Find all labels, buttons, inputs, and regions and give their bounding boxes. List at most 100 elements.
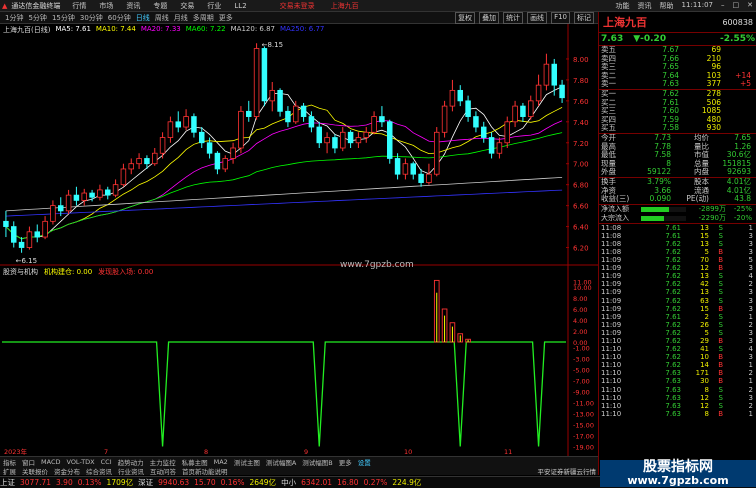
extension-tab[interactable]: 首页新功能说明 — [182, 466, 228, 476]
menu-item-info[interactable]: 资讯 — [638, 1, 652, 11]
sh-index-label[interactable]: 上证 — [0, 477, 15, 488]
draw-line-button[interactable]: 画线 — [527, 11, 548, 24]
tick-list[interactable]: 11:08 7.61 13 S 1 11:08 7.61 15 S 3 11:08 7.62 13 S 3 1… — [599, 222, 756, 418]
candle-body[interactable] — [34, 231, 41, 238]
candle-body[interactable] — [559, 84, 565, 99]
indicator-name[interactable]: 股资与机构 — [3, 267, 38, 277]
overlay-button[interactable]: 叠加 — [479, 11, 500, 24]
candle-body[interactable] — [89, 192, 95, 198]
candle-body[interactable] — [42, 220, 48, 238]
menu-item-topics[interactable]: 专题 — [153, 1, 167, 11]
candle-body[interactable] — [253, 48, 260, 117]
period-weekly[interactable]: 周线 — [155, 13, 169, 23]
candle-body[interactable] — [58, 205, 64, 212]
candle-body[interactable] — [238, 110, 244, 149]
candle-body[interactable] — [332, 137, 338, 149]
candle-body[interactable] — [65, 194, 72, 212]
menu-item-ll2[interactable]: LL2 — [234, 2, 246, 10]
candle-body[interactable] — [457, 89, 463, 102]
candle-body[interactable] — [81, 192, 88, 201]
candle-body[interactable] — [355, 137, 362, 144]
candle-body[interactable] — [136, 158, 142, 165]
candle-body[interactable] — [433, 131, 440, 175]
trade-login-link[interactable]: 交易未登录 — [280, 1, 315, 11]
candle-body[interactable] — [347, 131, 354, 144]
candle-body[interactable] — [371, 116, 377, 133]
candle-body[interactable] — [151, 152, 158, 165]
menu-item-news[interactable]: 资讯 — [126, 1, 140, 11]
candle-body[interactable] — [363, 131, 369, 138]
extension-tab[interactable]: 综合资讯 — [86, 466, 112, 476]
minimize-icon[interactable]: – — [721, 1, 725, 11]
ad-banner[interactable]: 股票指标网 www.7gpzb.com — [600, 460, 756, 487]
candle-body[interactable] — [3, 220, 9, 227]
candle-body[interactable] — [277, 89, 283, 112]
candle-body[interactable] — [128, 163, 134, 170]
period-5min[interactable]: 5分钟 — [28, 13, 46, 23]
f10-button[interactable]: F10 — [551, 11, 570, 24]
candle-body[interactable] — [285, 110, 291, 123]
candle-body[interactable] — [449, 89, 456, 107]
candle-body[interactable] — [112, 184, 119, 196]
extension-tab[interactable]: 资金分布 — [54, 466, 80, 476]
menu-item-quotes[interactable]: 行情 — [72, 1, 86, 11]
candle-body[interactable] — [97, 189, 103, 198]
candle-body[interactable] — [183, 116, 189, 128]
candle-body[interactable] — [230, 147, 236, 159]
candle-body[interactable] — [402, 163, 409, 175]
candle-body[interactable] — [324, 137, 330, 144]
candle-body[interactable] — [245, 110, 252, 117]
candle-body[interactable] — [191, 116, 197, 133]
menu-item-industry[interactable]: 行业 — [207, 1, 221, 11]
candle-body[interactable] — [394, 158, 401, 175]
chart-area[interactable]: ←8.15 ←6.15 8.00 7.80 7.60 7.40 7.20 7.00 6.80 6… — [0, 24, 598, 476]
candle-body[interactable] — [175, 121, 181, 128]
order-book-row[interactable]: 买五 7.58 930 — [599, 124, 756, 133]
candle-body[interactable] — [543, 63, 550, 86]
chart-svg[interactable]: ←8.15 ←6.15 8.00 7.80 7.60 7.40 7.20 7.00 6.80 6… — [0, 24, 598, 456]
candle-body[interactable] — [465, 100, 471, 117]
period-daily[interactable]: 日线 — [136, 13, 150, 23]
candle-body[interactable] — [120, 168, 127, 186]
candle-body[interactable] — [26, 231, 33, 248]
candle-body[interactable] — [73, 194, 80, 201]
restore-rights-button[interactable]: 复权 — [455, 11, 476, 24]
candle-body[interactable] — [261, 48, 268, 102]
close-icon[interactable]: ✕ — [747, 1, 753, 11]
menu-item-function[interactable]: 功能 — [616, 1, 630, 11]
stats-button[interactable]: 统计 — [503, 11, 524, 24]
period-30min[interactable]: 30分钟 — [80, 13, 103, 23]
candle-body[interactable] — [159, 137, 166, 154]
candle-body[interactable] — [512, 105, 518, 123]
candle-body[interactable] — [488, 137, 495, 154]
candle-body[interactable] — [18, 241, 25, 248]
period-60min[interactable]: 60分钟 — [108, 13, 131, 23]
candle-body[interactable] — [496, 142, 503, 154]
candle-body[interactable] — [167, 121, 174, 138]
candle-body[interactable] — [418, 173, 424, 183]
candle-body[interactable] — [535, 84, 542, 102]
candle-body[interactable] — [105, 189, 111, 196]
extension-tab[interactable]: 行业资讯 — [118, 466, 144, 476]
candle-body[interactable] — [269, 89, 275, 102]
candle-body[interactable] — [10, 226, 17, 243]
candle-body[interactable] — [316, 126, 322, 144]
candle-body[interactable] — [480, 126, 487, 138]
candle-body[interactable] — [473, 116, 479, 128]
candle-body[interactable] — [379, 116, 385, 123]
sz-index-label[interactable]: 深证 — [138, 477, 153, 488]
candle-body[interactable] — [206, 142, 213, 154]
menu-item-trade[interactable]: 交易 — [180, 1, 194, 11]
candle-body[interactable] — [551, 63, 558, 86]
candle-body[interactable] — [214, 152, 221, 170]
period-1min[interactable]: 1分钟 — [5, 13, 23, 23]
candle-body[interactable] — [528, 100, 534, 117]
candle-body[interactable] — [410, 163, 416, 175]
candle-body[interactable] — [386, 121, 393, 159]
extension-tab[interactable]: 关联报价 — [22, 466, 48, 476]
candle-body[interactable] — [339, 131, 346, 149]
period-multi[interactable]: 多周期 — [193, 13, 214, 23]
menu-item-help[interactable]: 帮助 — [660, 1, 674, 11]
candle-body[interactable] — [504, 121, 510, 144]
extension-tab[interactable]: 互动问答 — [150, 466, 176, 476]
